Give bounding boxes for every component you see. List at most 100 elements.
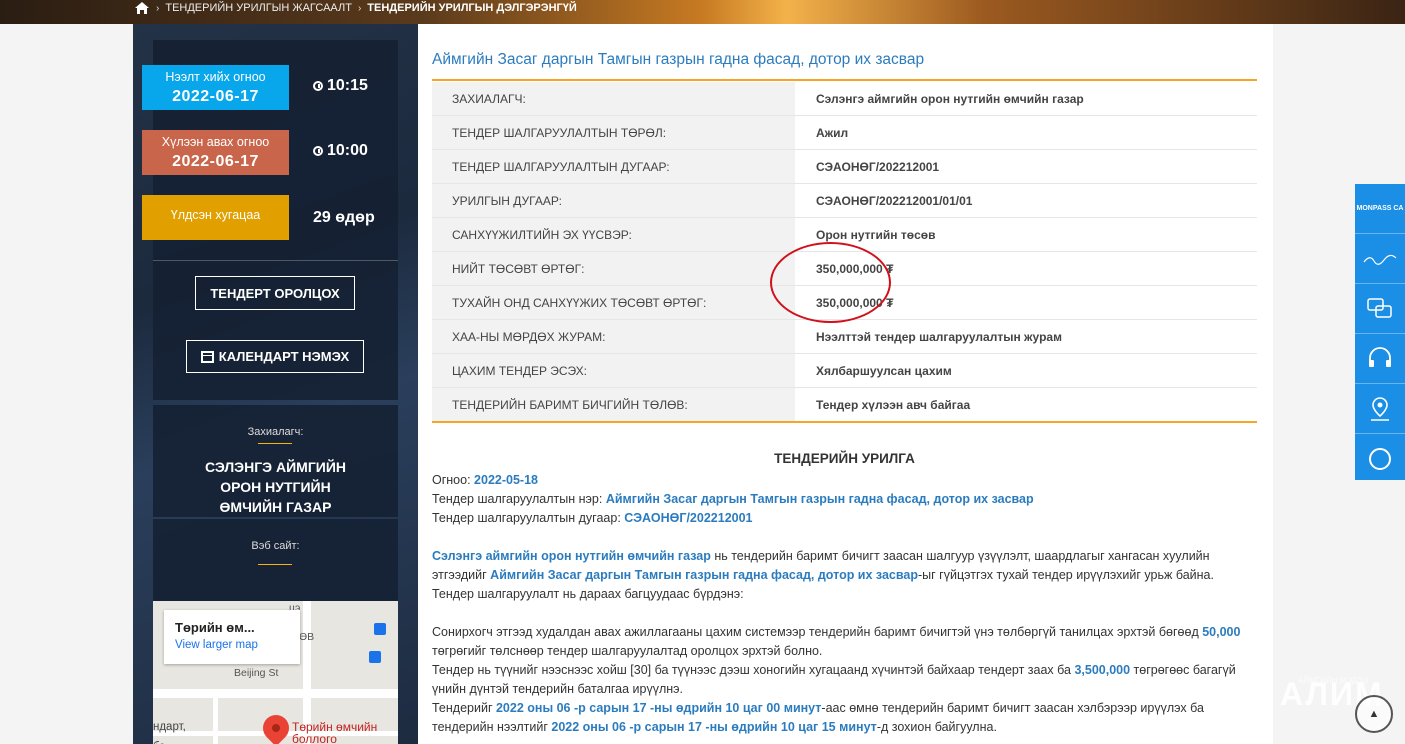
breadcrumb: › ТЕНДЕРИЙН УРИЛГЫН ЖАГСААЛТ › ТЕНДЕРИЙН… xyxy=(134,0,577,16)
org-highlight: Сэлэнгэ аймгийн орон нутгийн өмчийн газа… xyxy=(432,549,711,563)
view-larger-map-link[interactable]: View larger map xyxy=(175,639,300,651)
open-date-value: 2022-06-17 xyxy=(172,88,259,105)
location-icon[interactable] xyxy=(1355,384,1405,434)
map-place-label: Төрийн өмчийн боллого xyxy=(292,720,378,744)
name-value: Аймгийн Засаг даргын Тамгын газрын гадна… xyxy=(605,492,1034,506)
info-key: ТЕНДЕРИЙН БАРИМТ БИЧГИЙН ТӨЛӨВ: xyxy=(432,387,795,422)
client-label: Захиалагч: xyxy=(247,426,304,438)
monpass-label: MONPASS CA xyxy=(1356,205,1404,212)
tool-rail: MONPASS CA xyxy=(1355,184,1405,480)
open-date-box: Нээлт хийх огноо 2022-06-17 xyxy=(142,65,289,110)
divider xyxy=(153,260,398,261)
date-value: 2022-05-18 xyxy=(474,473,538,487)
bus-stop-icon xyxy=(374,623,386,635)
chat-help-icon[interactable] xyxy=(1355,284,1405,334)
map-road xyxy=(213,698,218,744)
open-date-label: Нээлт хийх огноо xyxy=(165,70,266,84)
home-icon[interactable] xyxy=(134,1,150,15)
info-value: СЭАОНӨГ/202212001 xyxy=(795,149,1257,184)
map-street-label: Beijing St xyxy=(234,667,279,679)
add-calendar-button[interactable]: КАЛЕНДАРТ НЭМЭХ xyxy=(186,340,364,373)
scroll-top-button[interactable]: ▲ xyxy=(1355,695,1393,733)
info-value: Тендер хүлээн авч байгаа xyxy=(795,387,1257,422)
map-text: ндарт, xyxy=(153,721,186,733)
receive-date-label: Хүлээн авах огноо xyxy=(161,135,270,149)
text: төгрөгийг төлснөөр тендер шалгаруулалтад… xyxy=(432,644,823,658)
map-road xyxy=(153,689,398,698)
info-key: ХАА-НЫ МӨРДӨХ ЖУРАМ: xyxy=(432,319,795,354)
invitation-body: Огноо: 2022-05-18 Тендер шалгаруулалтын … xyxy=(432,471,1257,737)
opening-highlight: 2022 оны 06 -р сарын 17 -ны өдрийн 10 ца… xyxy=(551,720,877,734)
map-text: ӨВ xyxy=(299,631,315,643)
receive-date-row: Хүлээн авах огноо 2022-06-17 10:00 xyxy=(133,130,398,175)
page-title: Аймгийн Засаг даргын Тамгын газрын гадна… xyxy=(432,51,925,68)
chevron-up-icon: ▲ xyxy=(1368,708,1380,720)
support-headset-icon[interactable] xyxy=(1355,334,1405,384)
info-row: ТЕНДЕР ШАЛГАРУУЛАЛТЫН ДУГААР: СЭАОНӨГ/202… xyxy=(432,149,1257,184)
name-highlight: Аймгийн Засаг даргын Тамгын газрын гадна… xyxy=(490,568,918,582)
monpass-ca-icon[interactable]: MONPASS CA xyxy=(1355,184,1405,234)
chevron-right-icon: › xyxy=(156,2,160,14)
paragraph-5: Тендерийг 2022 оны 06 -р сарын 17 -ны өд… xyxy=(432,699,1257,737)
text: Тендерийг xyxy=(432,701,496,715)
info-row: УРИЛГЫН ДУГААР: СЭАОНӨГ/202212001/01/01 xyxy=(432,183,1257,218)
info-row: ЦАХИМ ТЕНДЕР ЭСЭХ: Хялбаршуулсан цахим xyxy=(432,353,1257,388)
open-time: 10:15 xyxy=(313,77,368,95)
annotation-circle xyxy=(770,242,891,323)
map-pin-icon[interactable] xyxy=(257,709,295,744)
deadline-highlight: 2022 оны 06 -р сарын 17 -ны өдрийн 10 ца… xyxy=(495,701,822,715)
info-key: ЗАХИАЛАГЧ: xyxy=(432,82,795,116)
info-row: ХАА-НЫ МӨРДӨХ ЖУРАМ: Нээлттэй тендер шалг… xyxy=(432,319,1257,354)
participate-button[interactable]: ТЕНДЕРТ ОРОЛЦОХ xyxy=(195,276,355,310)
clock-icon xyxy=(313,81,323,91)
open-time-value: 10:15 xyxy=(327,77,368,94)
text: Сонирхогч этгээд худалдан авах ажиллагаа… xyxy=(432,625,1203,639)
orange-rule xyxy=(432,79,1257,81)
text: -ыг гүйцэтгэх тухай тендер ирүүлэхийг ур… xyxy=(917,568,1214,582)
paragraph-3: Сонирхогч этгээд худалдан авах ажиллагаа… xyxy=(432,623,1257,661)
receive-date-value: 2022-06-17 xyxy=(172,153,259,170)
website-label: Вэб сайт: xyxy=(251,540,300,552)
info-key: ТЕНДЕР ШАЛГАРУУЛАЛТЫН ТӨРӨЛ: xyxy=(432,115,795,150)
calendar-icon xyxy=(200,350,214,363)
orange-rule xyxy=(432,421,1257,423)
map-card-title: Төрийн өм... xyxy=(175,620,255,635)
info-key: ЦАХИМ ТЕНДЕР ЭСЭХ: xyxy=(432,353,795,388)
signature-icon[interactable] xyxy=(1355,234,1405,284)
info-value: Сэлэнгэ аймгийн орон нутгийн өмчийн газа… xyxy=(795,82,1257,116)
amount-highlight: 3,500,000 xyxy=(1074,663,1131,677)
info-value: Нээлттэй тендер шалгаруулалтын журам xyxy=(795,319,1257,354)
paragraph-1: Сэлэнгэ аймгийн орон нутгийн өмчийн газа… xyxy=(432,547,1257,585)
globe-ring xyxy=(1369,447,1391,470)
number-value: СЭАОНӨГ/202212001 xyxy=(624,511,753,525)
map-info-card: Төрийн өм... View larger map xyxy=(164,610,300,664)
receive-time-value: 10:00 xyxy=(327,142,368,159)
breadcrumb-item-list[interactable]: ТЕНДЕРИЙН УРИЛГЫН ЖАГСААЛТ xyxy=(165,2,352,14)
embedded-map[interactable]: цэ ӨВ Beijing St ндарт, бэ Төрийн өм... … xyxy=(153,601,398,744)
date-line: Огноо: 2022-05-18 xyxy=(432,471,1257,490)
info-row: ТЕНДЕР ШАЛГАРУУЛАЛТЫН ТӨРӨЛ: Ажил xyxy=(432,115,1257,150)
info-key: ТУХАЙН ОНД САНХҮҮЖИХ ТӨСӨВТ ӨРТӨГ: xyxy=(432,285,795,320)
participate-button-label: ТЕНДЕРТ ОРОЛЦОХ xyxy=(210,285,340,301)
main-content: Аймгийн Засаг даргын Тамгын газрын гадна… xyxy=(418,24,1273,744)
globe-icon[interactable] xyxy=(1355,434,1405,483)
info-key: УРИЛГЫН ДУГААР: xyxy=(432,183,795,218)
open-date-row: Нээлт хийх огноо 2022-06-17 10:15 xyxy=(133,65,398,110)
number-line: Тендер шалгаруулалтын дугаар: СЭАОНӨГ/20… xyxy=(432,509,1257,528)
info-row: ЗАХИАЛАГЧ: Сэлэнгэ аймгийн орон нутгийн ө… xyxy=(432,82,1257,116)
info-key: САНХҮҮЖИЛТИЙН ЭХ ҮҮСВЭР: xyxy=(432,217,795,252)
info-key: ТЕНДЕР ШАЛГАРУУЛАЛТЫН ДУГААР: xyxy=(432,149,795,184)
info-value: Хялбаршуулсан цахим xyxy=(795,353,1257,388)
section-title: ТЕНДЕРИЙН УРИЛГА xyxy=(774,451,915,466)
receive-time: 10:00 xyxy=(313,142,368,160)
sidebar: Нээлт хийх огноо 2022-06-17 10:15 Хүлээн… xyxy=(133,24,418,744)
paragraph-4: Тендер нь түүнийг нээснээс хойш [30] ба … xyxy=(432,661,1257,699)
website-panel xyxy=(153,519,398,601)
remaining-row: Үлдсэн хугацаа 29 өдөр xyxy=(133,195,398,240)
date-label: Огноо: xyxy=(432,473,471,487)
amount-highlight: 50,000 xyxy=(1202,625,1241,639)
text: -д зохион байгуулна. xyxy=(876,720,997,734)
remaining-box: Үлдсэн хугацаа xyxy=(142,195,289,240)
info-row: ТЕНДЕРИЙН БАРИМТ БИЧГИЙН ТӨЛӨВ: Тендер хү… xyxy=(432,387,1257,422)
breadcrumb-item-current: ТЕНДЕРИЙН УРИЛГЫН ДЭЛГЭРЭНГҮЙ xyxy=(367,2,577,14)
